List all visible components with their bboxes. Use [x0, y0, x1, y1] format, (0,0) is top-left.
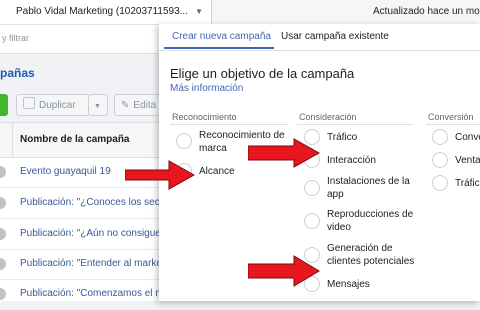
- create-button[interactable]: [0, 94, 8, 116]
- radio-button[interactable]: [304, 180, 320, 196]
- objective-label: Interacción: [327, 155, 376, 166]
- edit-label: Edita: [133, 100, 157, 111]
- search-filter-input[interactable]: y filtrar: [2, 33, 29, 43]
- campaign-name-link[interactable]: Evento guayaquil 19: [20, 166, 111, 177]
- campaign-name-link[interactable]: Publicación: "¿Conoces los secr: [20, 197, 163, 208]
- active-tab-indicator: [164, 47, 274, 49]
- duplicate-button[interactable]: Duplicar: [16, 94, 90, 116]
- divider: [426, 124, 480, 125]
- arrow-to-engagement: [248, 138, 320, 168]
- radio-button[interactable]: [176, 133, 192, 149]
- row-toggle[interactable]: [0, 166, 6, 178]
- objective-label: Instalaciones de la app: [327, 176, 410, 200]
- objective-label: Reproducciones de video: [327, 209, 414, 233]
- account-name: Pablo Vidal Marketing (10203711593...: [16, 6, 188, 17]
- objective-label: Mensajes: [327, 279, 370, 290]
- top-bar: Pablo Vidal Marketing (10203711593... ▼ …: [0, 0, 480, 25]
- objective-label: Tráfico: [327, 132, 358, 143]
- arrow-to-reach: [125, 160, 195, 190]
- divider: [297, 124, 413, 125]
- campaign-name-link[interactable]: Publicación: "Entender al marke: [20, 258, 162, 269]
- column-heading-consideration: Consideración: [299, 112, 357, 122]
- annotation-arrow-shape: [125, 160, 195, 190]
- tab-create-new-campaign[interactable]: Crear nueva campaña: [172, 31, 271, 42]
- objective-app-installs[interactable]: Instalaciones de la app: [304, 175, 416, 201]
- annotation-arrow-shape: [248, 138, 320, 168]
- objective-catalog-sales[interactable]: Venta: [432, 152, 480, 168]
- tab-use-existing-campaign[interactable]: Usar campaña existente: [281, 31, 389, 42]
- chevron-down-icon: ▼: [195, 7, 203, 16]
- objective-label: Venta: [455, 155, 480, 166]
- campaign-name-link[interactable]: Publicación: "¿Aún no consigues: [20, 228, 166, 239]
- duplicate-icon: [23, 97, 35, 109]
- radio-button[interactable]: [432, 129, 448, 145]
- pencil-icon: ✎: [121, 100, 130, 111]
- campaign-name-link[interactable]: Publicación: "Comenzamos el mes: [20, 288, 174, 299]
- duplicate-label: Duplicar: [39, 100, 76, 111]
- dialog-title: Elige un objetivo de la campaña: [170, 66, 355, 81]
- annotation-arrow-shape: [248, 255, 320, 287]
- objective-conversions[interactable]: Conve: [432, 129, 480, 145]
- objective-store-traffic[interactable]: Tráfico: [432, 175, 480, 191]
- chevron-down-icon: ▼: [94, 103, 101, 110]
- column-heading-conversion: Conversión: [428, 112, 474, 122]
- row-toggle[interactable]: [0, 288, 6, 300]
- objective-label: Alcance: [199, 166, 235, 177]
- objective-video-views[interactable]: Reproducciones de video: [304, 208, 416, 234]
- account-selector[interactable]: Pablo Vidal Marketing (10203711593... ▼: [0, 0, 212, 24]
- divider: [170, 124, 288, 125]
- objective-label: Tráfico: [455, 178, 480, 189]
- dialog-tabs: Crear nueva campaña Usar campaña existen…: [159, 24, 480, 51]
- radio-button[interactable]: [304, 213, 320, 229]
- row-toggle[interactable]: [0, 258, 6, 270]
- radio-button[interactable]: [432, 152, 448, 168]
- column-divider: [12, 123, 13, 157]
- row-toggle[interactable]: [0, 228, 6, 240]
- updated-status: Actualizado hace un mom: [373, 6, 480, 17]
- column-header-campaign-name[interactable]: Nombre de la campaña: [20, 134, 129, 145]
- objective-lead-generation[interactable]: Generación de clientes potenciales: [304, 242, 416, 268]
- objective-label: Generación de clientes potenciales: [327, 243, 415, 267]
- row-toggle[interactable]: [0, 197, 6, 209]
- duplicate-dropdown-button[interactable]: ▼: [88, 94, 108, 116]
- radio-button[interactable]: [432, 175, 448, 191]
- arrow-to-lead-generation: [248, 255, 320, 287]
- more-info-link[interactable]: Más información: [170, 83, 243, 94]
- objective-label: Conve: [455, 132, 480, 143]
- campaigns-title: pañas: [0, 66, 35, 80]
- column-heading-awareness: Reconocimiento: [172, 112, 237, 122]
